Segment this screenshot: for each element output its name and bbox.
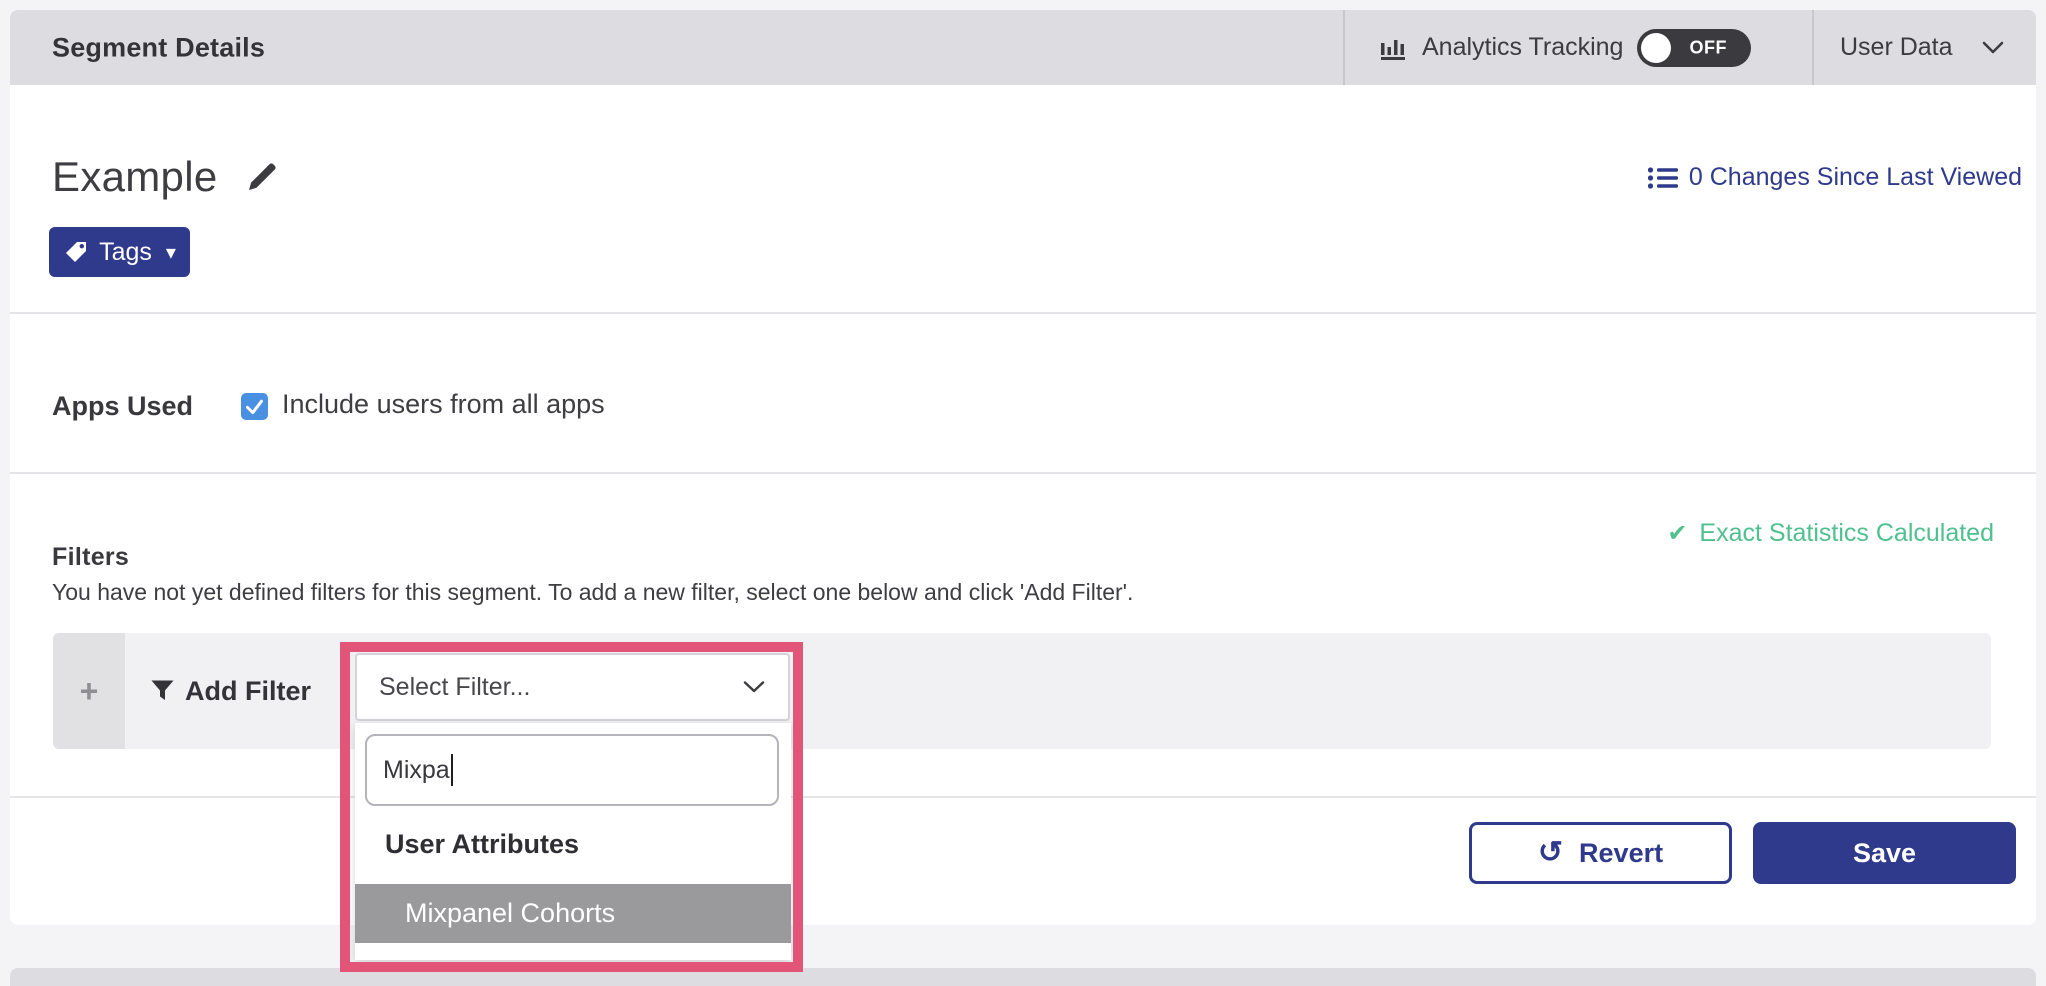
user-data-dropdown[interactable]: User Data <box>1840 10 2005 85</box>
save-button-label: Save <box>1853 838 1916 869</box>
dropdown-group-header: User Attributes <box>385 829 579 860</box>
include-all-apps-checkbox[interactable] <box>241 393 268 420</box>
filter-search-input[interactable]: Mixpa <box>365 734 779 806</box>
checkmark-icon <box>244 396 265 417</box>
chevron-down-icon <box>742 680 766 695</box>
footer-divider <box>10 796 2036 798</box>
filter-select-dropdown: Mixpa User Attributes Mixpanel Cohorts <box>355 723 791 960</box>
filters-empty-message: You have not yet defined filters for thi… <box>52 579 1133 606</box>
dropdown-option-mixpanel-cohorts[interactable]: Mixpanel Cohorts <box>355 884 791 943</box>
list-icon <box>1647 165 1679 191</box>
filters-heading: Filters <box>52 543 129 572</box>
chevron-down-icon <box>1981 40 2005 56</box>
tags-button[interactable]: Tags ▾ <box>49 227 190 277</box>
add-filter-button-label: Add Filter <box>185 676 311 707</box>
analytics-tracking-label: Analytics Tracking <box>1422 33 1623 62</box>
filter-select-value: Select Filter... <box>379 673 530 702</box>
revert-button-label: Revert <box>1579 838 1663 869</box>
segment-name: Example <box>52 153 218 201</box>
filters-status-label: Exact Statistics Calculated <box>1699 519 1994 548</box>
segment-title-row: Example <box>52 153 280 201</box>
save-button[interactable]: Save <box>1753 822 2016 884</box>
text-caret <box>451 754 453 786</box>
pencil-icon <box>244 159 280 195</box>
tags-button-label: Tags <box>99 238 152 267</box>
segment-details-page: Segment Details Analytics Tracking OFF U… <box>0 0 2046 986</box>
include-all-apps-label: Include users from all apps <box>282 389 605 420</box>
toggle-state-label: OFF <box>1689 37 1727 58</box>
filters-status: ✔ Exact Statistics Calculated <box>1667 519 1994 548</box>
segment-card: Example 0 Changes <box>10 85 2036 925</box>
add-filter-plus-button[interactable]: + <box>53 633 125 749</box>
apps-used-label: Apps Used <box>52 391 193 422</box>
bar-chart-icon <box>1378 33 1408 63</box>
revert-icon: ↺ <box>1538 838 1563 868</box>
filter-funnel-icon <box>150 679 175 703</box>
analytics-tracking-toggle[interactable]: OFF <box>1637 29 1751 67</box>
edit-name-button[interactable] <box>244 159 280 195</box>
page-title: Segment Details <box>52 32 265 63</box>
user-data-label: User Data <box>1840 33 1953 62</box>
page-header-bar: Segment Details Analytics Tracking OFF U… <box>10 10 2036 85</box>
header-divider <box>1812 10 1814 85</box>
section-divider <box>10 312 2036 314</box>
next-section-bar <box>10 968 2036 986</box>
tag-icon <box>63 239 89 265</box>
analytics-tracking-control: Analytics Tracking OFF <box>1378 10 1751 85</box>
section-divider <box>10 472 2036 474</box>
check-icon: ✔ <box>1667 519 1687 548</box>
filter-select[interactable]: Select Filter... <box>355 653 790 721</box>
add-filter-row: + Add Filter <box>53 633 1991 749</box>
toggle-knob <box>1641 33 1671 63</box>
caret-down-icon: ▾ <box>166 240 176 265</box>
filter-search-value: Mixpa <box>383 756 450 785</box>
changes-since-last-viewed-link[interactable]: 0 Changes Since Last Viewed <box>1647 163 2022 192</box>
changes-link-label: 0 Changes Since Last Viewed <box>1689 163 2022 192</box>
add-filter-button[interactable]: Add Filter <box>150 633 311 749</box>
header-divider <box>1343 10 1345 85</box>
revert-button[interactable]: ↺ Revert <box>1469 822 1732 884</box>
